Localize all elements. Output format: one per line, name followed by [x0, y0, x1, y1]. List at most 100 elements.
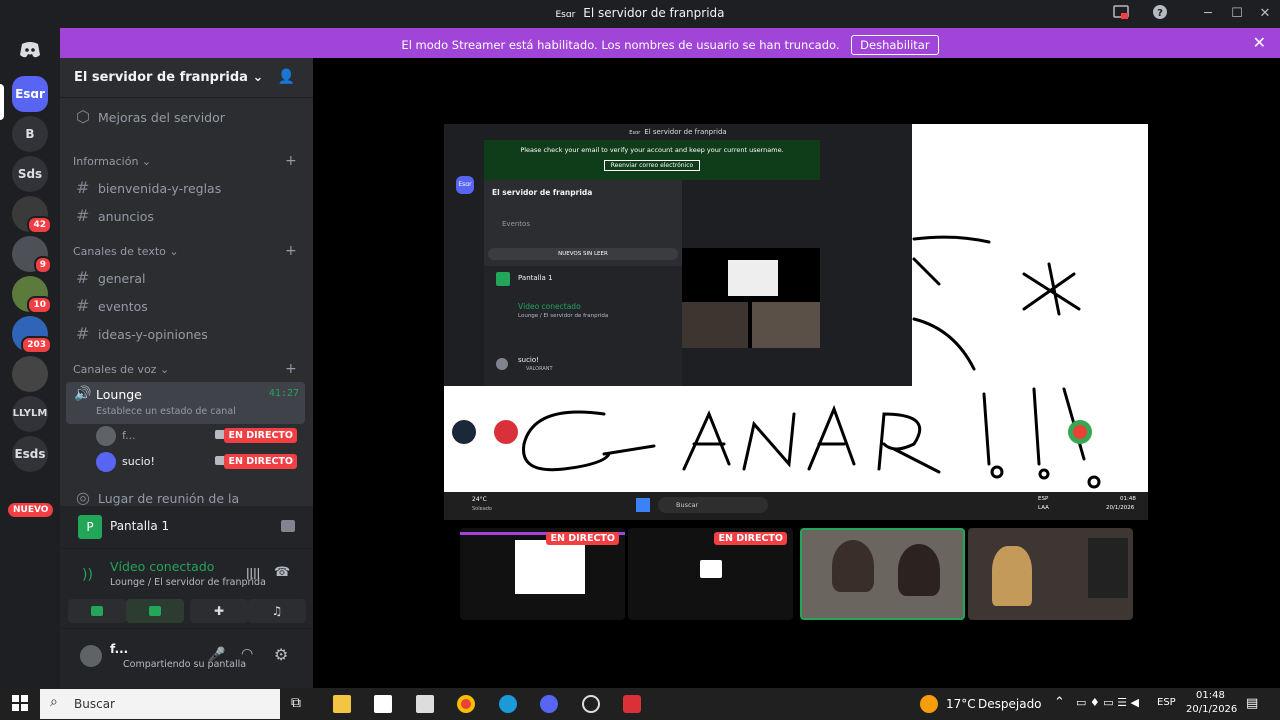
- channel-bienvenida[interactable]: # bienvenida-y-reglas: [68, 173, 305, 199]
- inner-guild-icon: Esɑr: [456, 176, 474, 194]
- temperature[interactable]: 17°C: [946, 697, 976, 711]
- voice-connection-panel: )) Vídeo conectado Lounge / El servidor …: [60, 548, 313, 628]
- disconnect-icon[interactable]: ☎: [274, 565, 290, 580]
- guild-8[interactable]: [12, 356, 48, 392]
- guild-6[interactable]: 10: [12, 276, 52, 314]
- channel-sidebar: El servidor de franprida ⌄ 👤 ⬡ Mejoras de…: [60, 58, 313, 688]
- channel-eventos[interactable]: # eventos: [68, 291, 305, 317]
- riot-icon: [494, 420, 518, 444]
- notifications-icon[interactable]: ▤: [1246, 696, 1258, 711]
- stage-icon: ◎: [76, 488, 90, 507]
- guild-esds[interactable]: Esds: [12, 436, 48, 472]
- chrome-icon: [1068, 420, 1092, 444]
- inner-title: Esɑr El servidor de franprida: [629, 128, 727, 136]
- avatar: [96, 452, 116, 472]
- headphones-icon[interactable]: ◠: [241, 646, 253, 662]
- file-explorer-icon[interactable]: [333, 695, 351, 713]
- camera-button[interactable]: [68, 599, 126, 623]
- tray-icons[interactable]: ▭ ♦ ▭ ☰ ◀: [1076, 696, 1139, 709]
- voice-user-2[interactable]: sucio! EN DIRECTO: [96, 452, 301, 474]
- obs-icon[interactable]: [582, 695, 600, 713]
- invite-people-icon[interactable]: 👤: [278, 69, 295, 85]
- discord-taskbar-icon[interactable]: [540, 695, 558, 713]
- add-channel-icon[interactable]: +: [285, 361, 297, 377]
- guild-llylm[interactable]: LLYLM: [12, 396, 48, 432]
- activities-icon: ✚: [213, 604, 225, 618]
- inner-sidebar: El servidor de franprida Eventos NUEVOS …: [484, 180, 682, 386]
- guild-b[interactable]: B: [12, 116, 48, 152]
- svg-text:?: ?: [1157, 8, 1163, 19]
- channel-general[interactable]: # general: [68, 263, 305, 289]
- user-avatar[interactable]: [80, 645, 102, 667]
- selected-pill: [0, 84, 4, 120]
- stream-thumb-1[interactable]: EN DIRECTO: [460, 528, 625, 620]
- edge-icon[interactable]: [499, 695, 517, 713]
- inner-discord-window: Esɑr El servidor de franprida Please chec…: [444, 124, 912, 386]
- avatar: [96, 426, 116, 446]
- screen-title: Pantalla 1: [110, 519, 170, 533]
- soundboard-button[interactable]: ♫: [248, 599, 306, 623]
- banner-message: El modo Streamer está habilitado. Los no…: [401, 38, 840, 52]
- guild-esar[interactable]: Esɑr: [12, 76, 48, 112]
- clock-date[interactable]: 20/1/2026: [1186, 704, 1237, 715]
- close-banner-icon[interactable]: ✕: [1253, 33, 1266, 52]
- clock-time[interactable]: 01:48: [1196, 690, 1225, 701]
- weather-desc[interactable]: Despejado: [978, 697, 1042, 711]
- voice-user-1[interactable]: f... EN DIRECTO: [96, 426, 301, 448]
- inner-video-grid: [682, 248, 820, 348]
- mail-icon[interactable]: [416, 695, 434, 713]
- lounge-name: Lounge: [96, 387, 142, 402]
- live-badge: EN DIRECTO: [224, 428, 297, 443]
- stop-stream-icon[interactable]: [281, 520, 295, 532]
- add-channel-icon[interactable]: +: [285, 243, 297, 259]
- camera-thumb-2[interactable]: [968, 528, 1133, 620]
- voice-status: Vídeo conectado: [110, 559, 215, 574]
- search-placeholder: Buscar: [74, 697, 115, 711]
- category-voz[interactable]: Canales de voz ⌄ +: [73, 361, 297, 377]
- stream-thumb-2[interactable]: EN DIRECTO: [628, 528, 793, 620]
- discord-home-icon[interactable]: [12, 32, 48, 68]
- minimize-icon[interactable]: ─: [1198, 4, 1218, 24]
- voice-location: Lounge / El servidor de franprida: [110, 577, 266, 588]
- server-header[interactable]: El servidor de franprida ⌄ 👤: [60, 58, 313, 98]
- close-window-icon[interactable]: ✕: [1255, 4, 1275, 24]
- channel-ideas[interactable]: # ideas-y-opiniones: [68, 319, 305, 345]
- add-channel-icon[interactable]: +: [285, 153, 297, 169]
- boost-icon: ⬡: [76, 107, 90, 126]
- taskbar-search[interactable]: ⌕ Buscar: [40, 689, 280, 719]
- category-texto[interactable]: Canales de texto ⌄ +: [73, 243, 297, 259]
- noise-suppression-icon[interactable]: ǀǀǀǀ: [246, 566, 260, 580]
- inbox-icon[interactable]: [1111, 4, 1131, 24]
- guild-4[interactable]: 42: [12, 196, 52, 234]
- gear-icon[interactable]: ⚙: [274, 645, 288, 664]
- server-boost-item[interactable]: ⬡ Mejoras del servidor: [68, 102, 305, 128]
- disable-streamer-button[interactable]: Deshabilitar: [851, 35, 939, 55]
- windows-start-icon[interactable]: [12, 695, 30, 713]
- category-info[interactable]: Información ⌄ +: [73, 153, 297, 169]
- microphone-icon[interactable]: 🎤: [208, 647, 225, 663]
- task-view-icon[interactable]: ⧉: [291, 695, 309, 713]
- hash-icon: #: [76, 268, 90, 287]
- camera-thumb-1[interactable]: [800, 528, 965, 620]
- maximize-icon[interactable]: ☐: [1227, 4, 1247, 24]
- signal-icon[interactable]: )): [82, 567, 93, 583]
- resend-button: Reenviar correo electrónico: [604, 160, 700, 171]
- guild-5[interactable]: 9: [12, 236, 52, 274]
- activities-button[interactable]: ✚: [190, 599, 248, 623]
- help-icon[interactable]: ?: [1150, 4, 1170, 24]
- tray-expand-icon[interactable]: ⌃: [1054, 695, 1065, 710]
- screen-share-button[interactable]: [126, 599, 184, 623]
- chrome-icon[interactable]: [457, 695, 475, 713]
- language-indicator[interactable]: ESP: [1157, 697, 1176, 708]
- chevron-down-icon: ⌄: [252, 70, 264, 85]
- screen-share-panel: P Pantalla 1: [60, 506, 313, 548]
- main-stream-view[interactable]: Esɑr El servidor de franprida Please chec…: [444, 124, 1148, 520]
- voice-channel-lounge[interactable]: 🔊 Lounge 41:27 Establece un estado de ca…: [66, 382, 305, 424]
- weather-icon: [920, 695, 938, 713]
- store-icon[interactable]: [374, 695, 392, 713]
- channel-status[interactable]: Establece un estado de canal: [96, 406, 236, 417]
- channel-anuncios[interactable]: # anuncios: [68, 201, 305, 227]
- guild-sds[interactable]: Sds: [12, 156, 48, 192]
- riot-client-icon[interactable]: [623, 695, 641, 713]
- guild-7[interactable]: 203: [12, 316, 52, 354]
